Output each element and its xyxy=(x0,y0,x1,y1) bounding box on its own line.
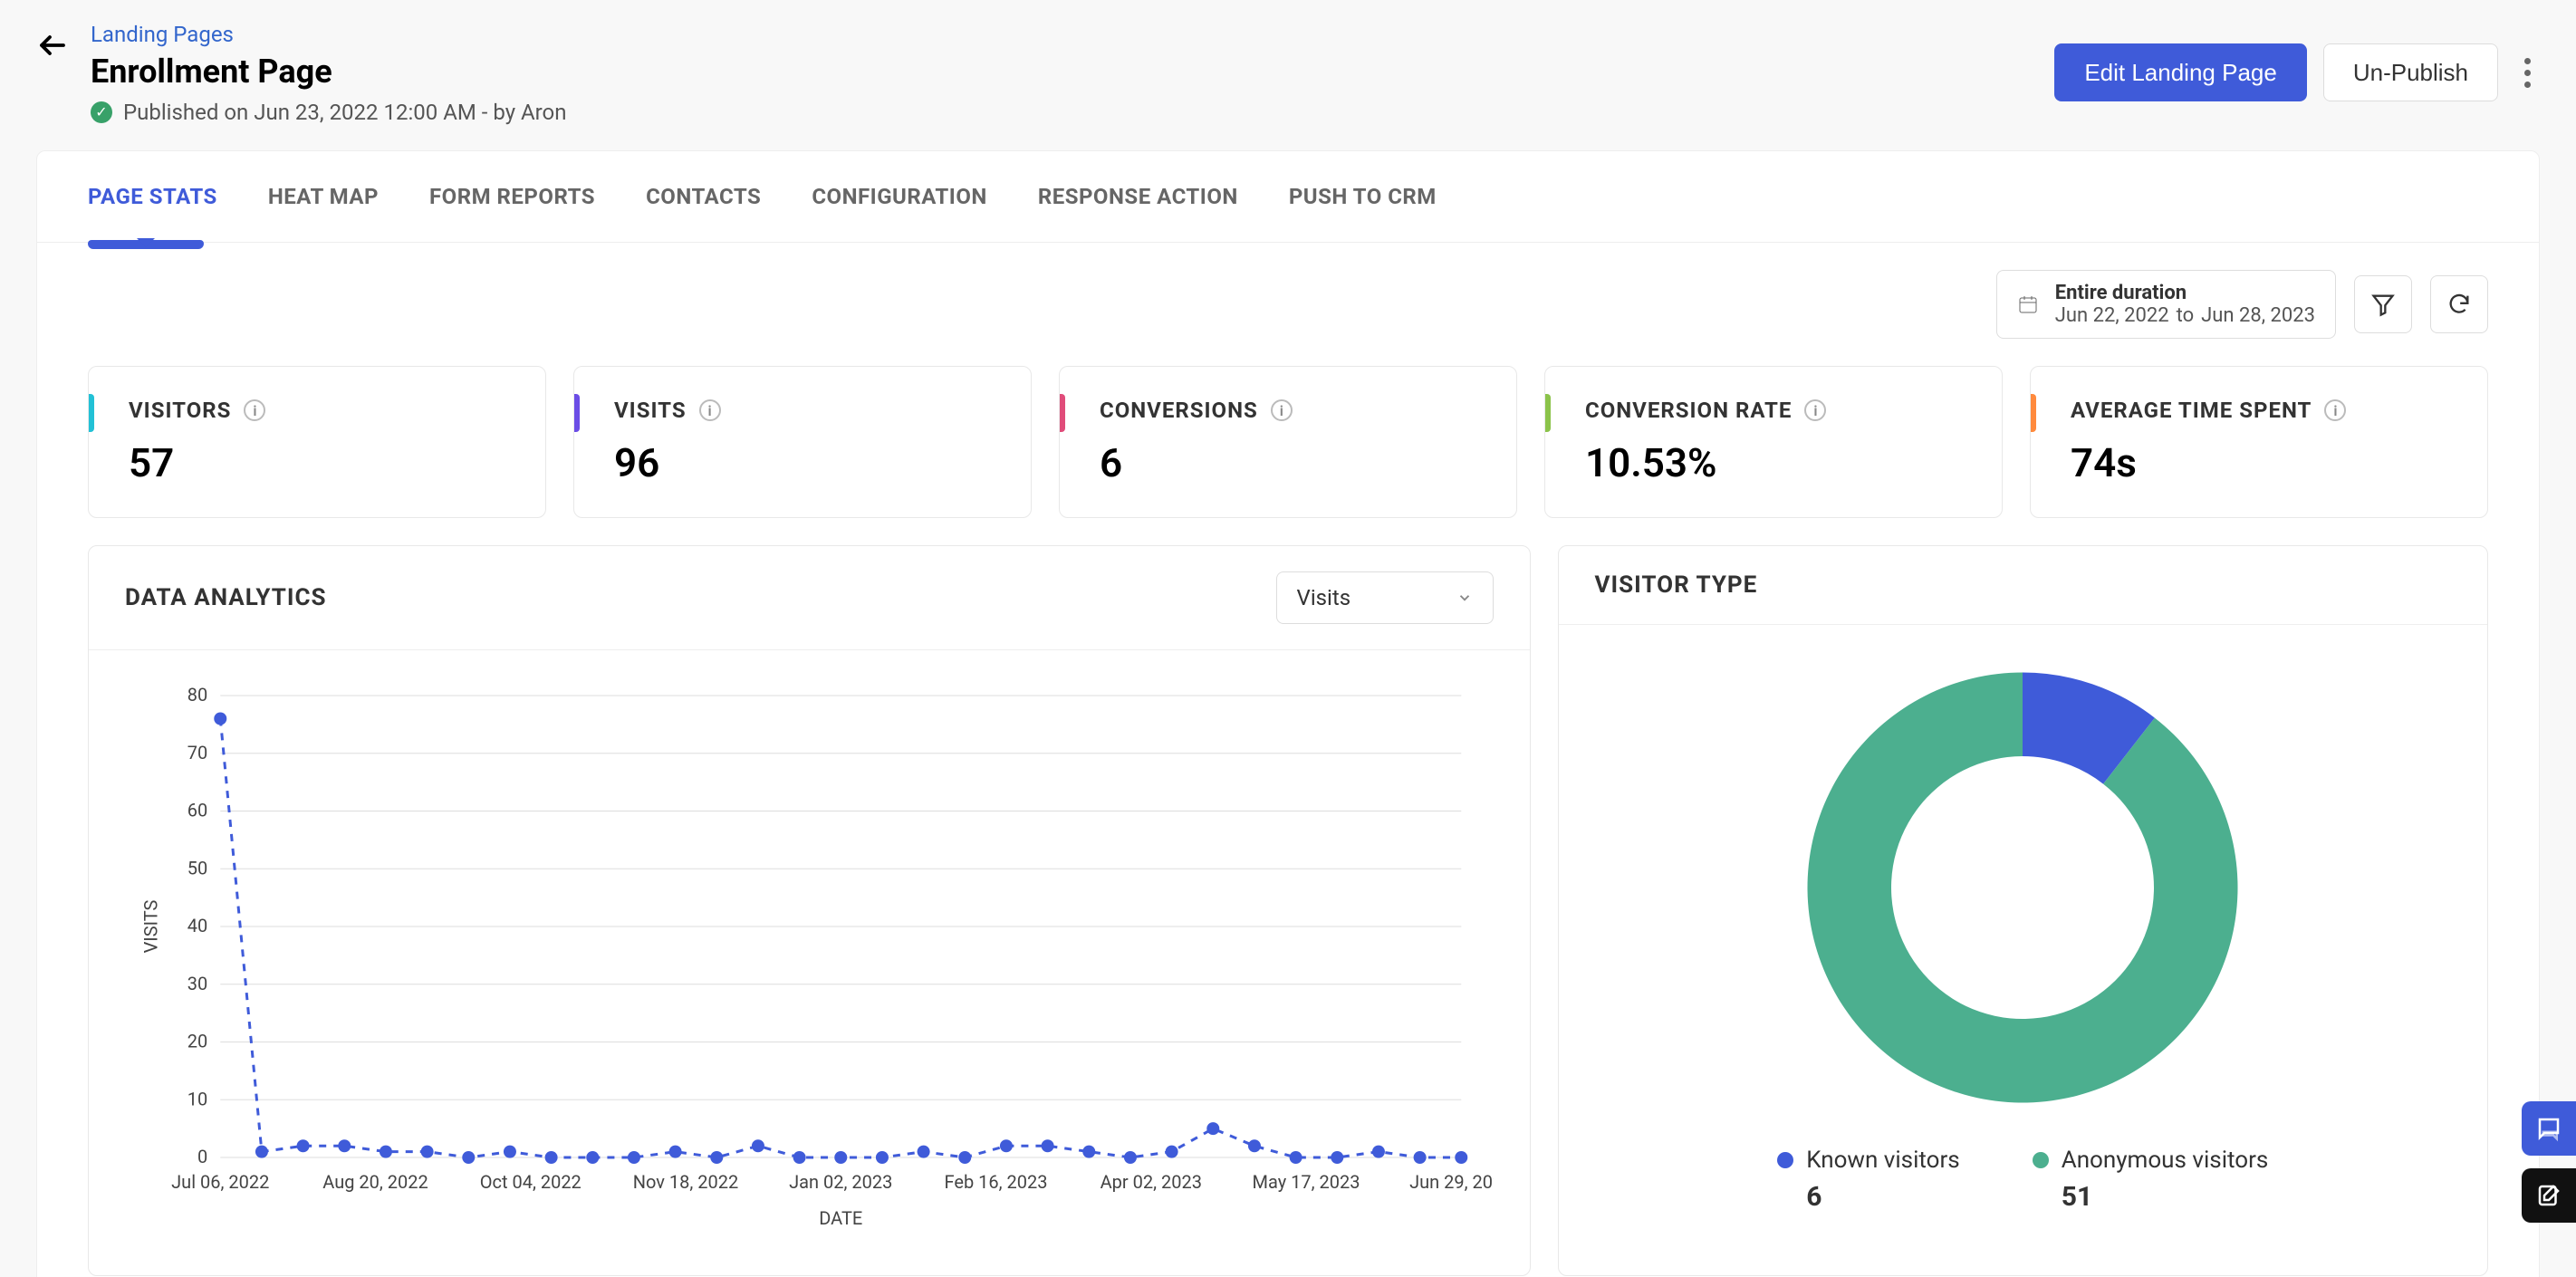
stat-value: 96 xyxy=(614,439,998,486)
svg-text:60: 60 xyxy=(187,800,207,821)
date-range-picker[interactable]: Entire duration Jun 22, 2022 to Jun 28, … xyxy=(1996,270,2336,339)
legend-value: 51 xyxy=(2062,1181,2269,1213)
stat-title: AVERAGE TIME SPENT xyxy=(2071,398,2312,423)
visits-line-chart: 0 10 20 30 40 50 60 70 80 VISITS Jul 06, 2022 Aug 2… xyxy=(125,677,1494,1239)
tab-response-action[interactable]: RESPONSE ACTION xyxy=(1038,151,1238,242)
data-analytics-panel: DATA ANALYTICS Visits 0 10 20 30 40 50 60 70 80 V… xyxy=(88,545,1531,1276)
edit-landing-page-button[interactable]: Edit Landing Page xyxy=(2054,43,2307,101)
info-icon[interactable]: i xyxy=(1271,399,1293,421)
notes-float-button[interactable] xyxy=(2522,1168,2576,1223)
tab-configuration[interactable]: CONFIGURATION xyxy=(812,151,987,242)
active-tab-indicator xyxy=(88,240,204,249)
back-arrow-icon[interactable] xyxy=(36,29,69,70)
stat-value: 10.53% xyxy=(1585,439,1969,486)
chat-bubble-icon xyxy=(2535,1115,2562,1142)
refresh-button[interactable] xyxy=(2430,275,2488,333)
legend-dot-icon xyxy=(1777,1152,1793,1168)
legend-label: Known visitors xyxy=(1806,1147,1960,1174)
stat-card-conversion-rate: CONVERSION RATE i 10.53% xyxy=(1544,366,2003,518)
stat-value: 6 xyxy=(1100,439,1484,486)
date-from: Jun 22, 2022 xyxy=(2055,304,2169,327)
date-to: Jun 28, 2023 xyxy=(2201,304,2315,327)
stat-title: VISITORS xyxy=(129,398,231,423)
stat-value: 57 xyxy=(129,439,513,486)
stat-value: 74s xyxy=(2071,439,2455,486)
legend-known-visitors: Known visitors 6 xyxy=(1777,1147,1960,1213)
stat-card-visitors: VISITORS i 57 xyxy=(88,366,546,518)
svg-text:Apr 02, 2023: Apr 02, 2023 xyxy=(1101,1171,1202,1193)
published-check-icon: ✓ xyxy=(91,101,112,123)
legend-anonymous-visitors: Anonymous visitors 51 xyxy=(2033,1147,2269,1213)
info-icon[interactable]: i xyxy=(244,399,265,421)
visitor-type-donut-chart xyxy=(1796,661,2249,1114)
svg-text:May 17, 2023: May 17, 2023 xyxy=(1253,1171,1360,1193)
more-actions-kebab-icon[interactable] xyxy=(2514,47,2540,98)
stat-title: VISITS xyxy=(614,398,687,423)
tab-page-stats[interactable]: PAGE STATS xyxy=(88,151,217,242)
svg-text:DATE: DATE xyxy=(819,1207,862,1229)
analytics-metric-select[interactable]: Visits xyxy=(1276,571,1494,624)
visitor-type-title: VISITOR TYPE xyxy=(1595,571,1758,599)
legend-dot-icon xyxy=(2033,1152,2049,1168)
unpublish-button[interactable]: Un-Publish xyxy=(2323,43,2498,101)
chevron-down-icon xyxy=(1456,590,1473,606)
svg-text:20: 20 xyxy=(187,1031,207,1052)
tab-push-to-crm[interactable]: PUSH TO CRM xyxy=(1289,151,1437,242)
svg-text:Feb 16, 2023: Feb 16, 2023 xyxy=(945,1171,1048,1193)
svg-text:40: 40 xyxy=(187,915,207,936)
filter-button[interactable] xyxy=(2354,275,2412,333)
svg-text:Nov 18, 2022: Nov 18, 2022 xyxy=(633,1171,739,1193)
tab-bar: PAGE STATS HEAT MAP FORM REPORTS CONTACT… xyxy=(37,151,2539,243)
info-icon[interactable]: i xyxy=(1804,399,1826,421)
svg-text:Jul 06, 2022: Jul 06, 2022 xyxy=(171,1171,269,1193)
analytics-metric-value: Visits xyxy=(1297,585,1351,610)
calendar-icon xyxy=(2017,293,2039,315)
svg-text:VISITS: VISITS xyxy=(139,899,161,953)
funnel-icon xyxy=(2370,292,2396,317)
legend-label: Anonymous visitors xyxy=(2062,1147,2269,1174)
svg-text:30: 30 xyxy=(187,973,207,994)
svg-text:Jun 29, 2023: Jun 29, 2023 xyxy=(1409,1171,1493,1193)
analytics-title: DATA ANALYTICS xyxy=(125,584,326,611)
visitor-type-panel: VISITOR TYPE Known visitors 6 xyxy=(1558,545,2488,1276)
stat-title: CONVERSIONS xyxy=(1100,398,1258,423)
breadcrumb[interactable]: Landing Pages xyxy=(91,22,2054,47)
chat-float-button[interactable] xyxy=(2522,1101,2576,1156)
stat-card-average-time-spent: AVERAGE TIME SPENT i 74s xyxy=(2030,366,2488,518)
svg-text:0: 0 xyxy=(197,1146,207,1167)
info-icon[interactable]: i xyxy=(699,399,721,421)
tab-form-reports[interactable]: FORM REPORTS xyxy=(429,151,595,242)
svg-text:70: 70 xyxy=(187,742,207,763)
tab-heat-map[interactable]: HEAT MAP xyxy=(268,151,379,242)
svg-text:80: 80 xyxy=(187,684,207,706)
svg-text:50: 50 xyxy=(187,857,207,879)
svg-text:Jan 02, 2023: Jan 02, 2023 xyxy=(789,1171,892,1193)
stat-card-visits: VISITS i 96 xyxy=(573,366,1032,518)
stat-title: CONVERSION RATE xyxy=(1585,398,1792,423)
info-icon[interactable]: i xyxy=(2324,399,2346,421)
published-text: Published on Jun 23, 2022 12:00 AM - by … xyxy=(123,100,567,125)
svg-text:10: 10 xyxy=(187,1088,207,1109)
date-duration-label: Entire duration xyxy=(2055,282,2315,304)
tab-contacts[interactable]: CONTACTS xyxy=(646,151,761,242)
svg-text:Aug 20, 2022: Aug 20, 2022 xyxy=(322,1171,428,1193)
refresh-icon xyxy=(2446,292,2472,317)
stat-card-conversions: CONVERSIONS i 6 xyxy=(1059,366,1517,518)
svg-text:Oct 04, 2022: Oct 04, 2022 xyxy=(480,1171,582,1193)
pencil-note-icon xyxy=(2535,1182,2562,1209)
legend-value: 6 xyxy=(1806,1181,1960,1213)
page-title: Enrollment Page xyxy=(91,53,2054,91)
date-to-word: to xyxy=(2177,304,2195,327)
